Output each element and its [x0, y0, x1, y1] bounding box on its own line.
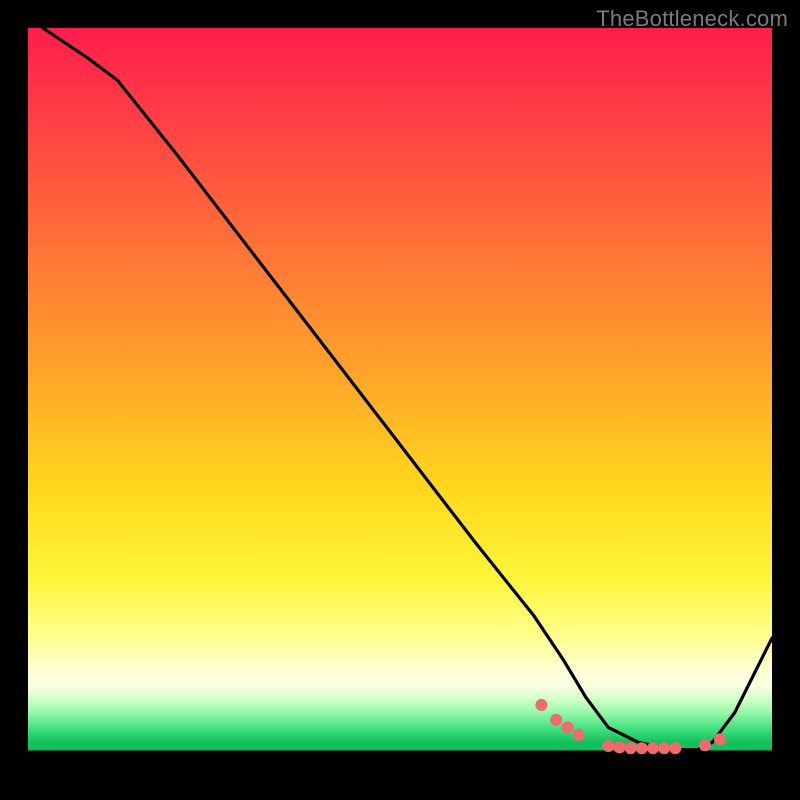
marker-dot: [658, 742, 670, 754]
marker-dot: [561, 721, 573, 733]
marker-dot: [714, 733, 726, 745]
marker-dot: [535, 699, 547, 711]
marker-dot: [636, 742, 648, 754]
marker-dot: [550, 714, 562, 726]
curve-markers: [28, 28, 772, 772]
marker-dot: [699, 739, 711, 751]
marker-dot: [614, 741, 626, 753]
chart-frame: TheBottleneck.com: [0, 0, 800, 800]
watermark-text: TheBottleneck.com: [596, 6, 788, 32]
marker-dot: [647, 742, 659, 754]
plot-area: [28, 28, 772, 772]
marker-dot: [669, 742, 681, 754]
marker-dot-group: [535, 699, 726, 754]
marker-dot: [602, 740, 614, 752]
marker-dot: [573, 729, 585, 741]
marker-dot: [625, 742, 637, 754]
